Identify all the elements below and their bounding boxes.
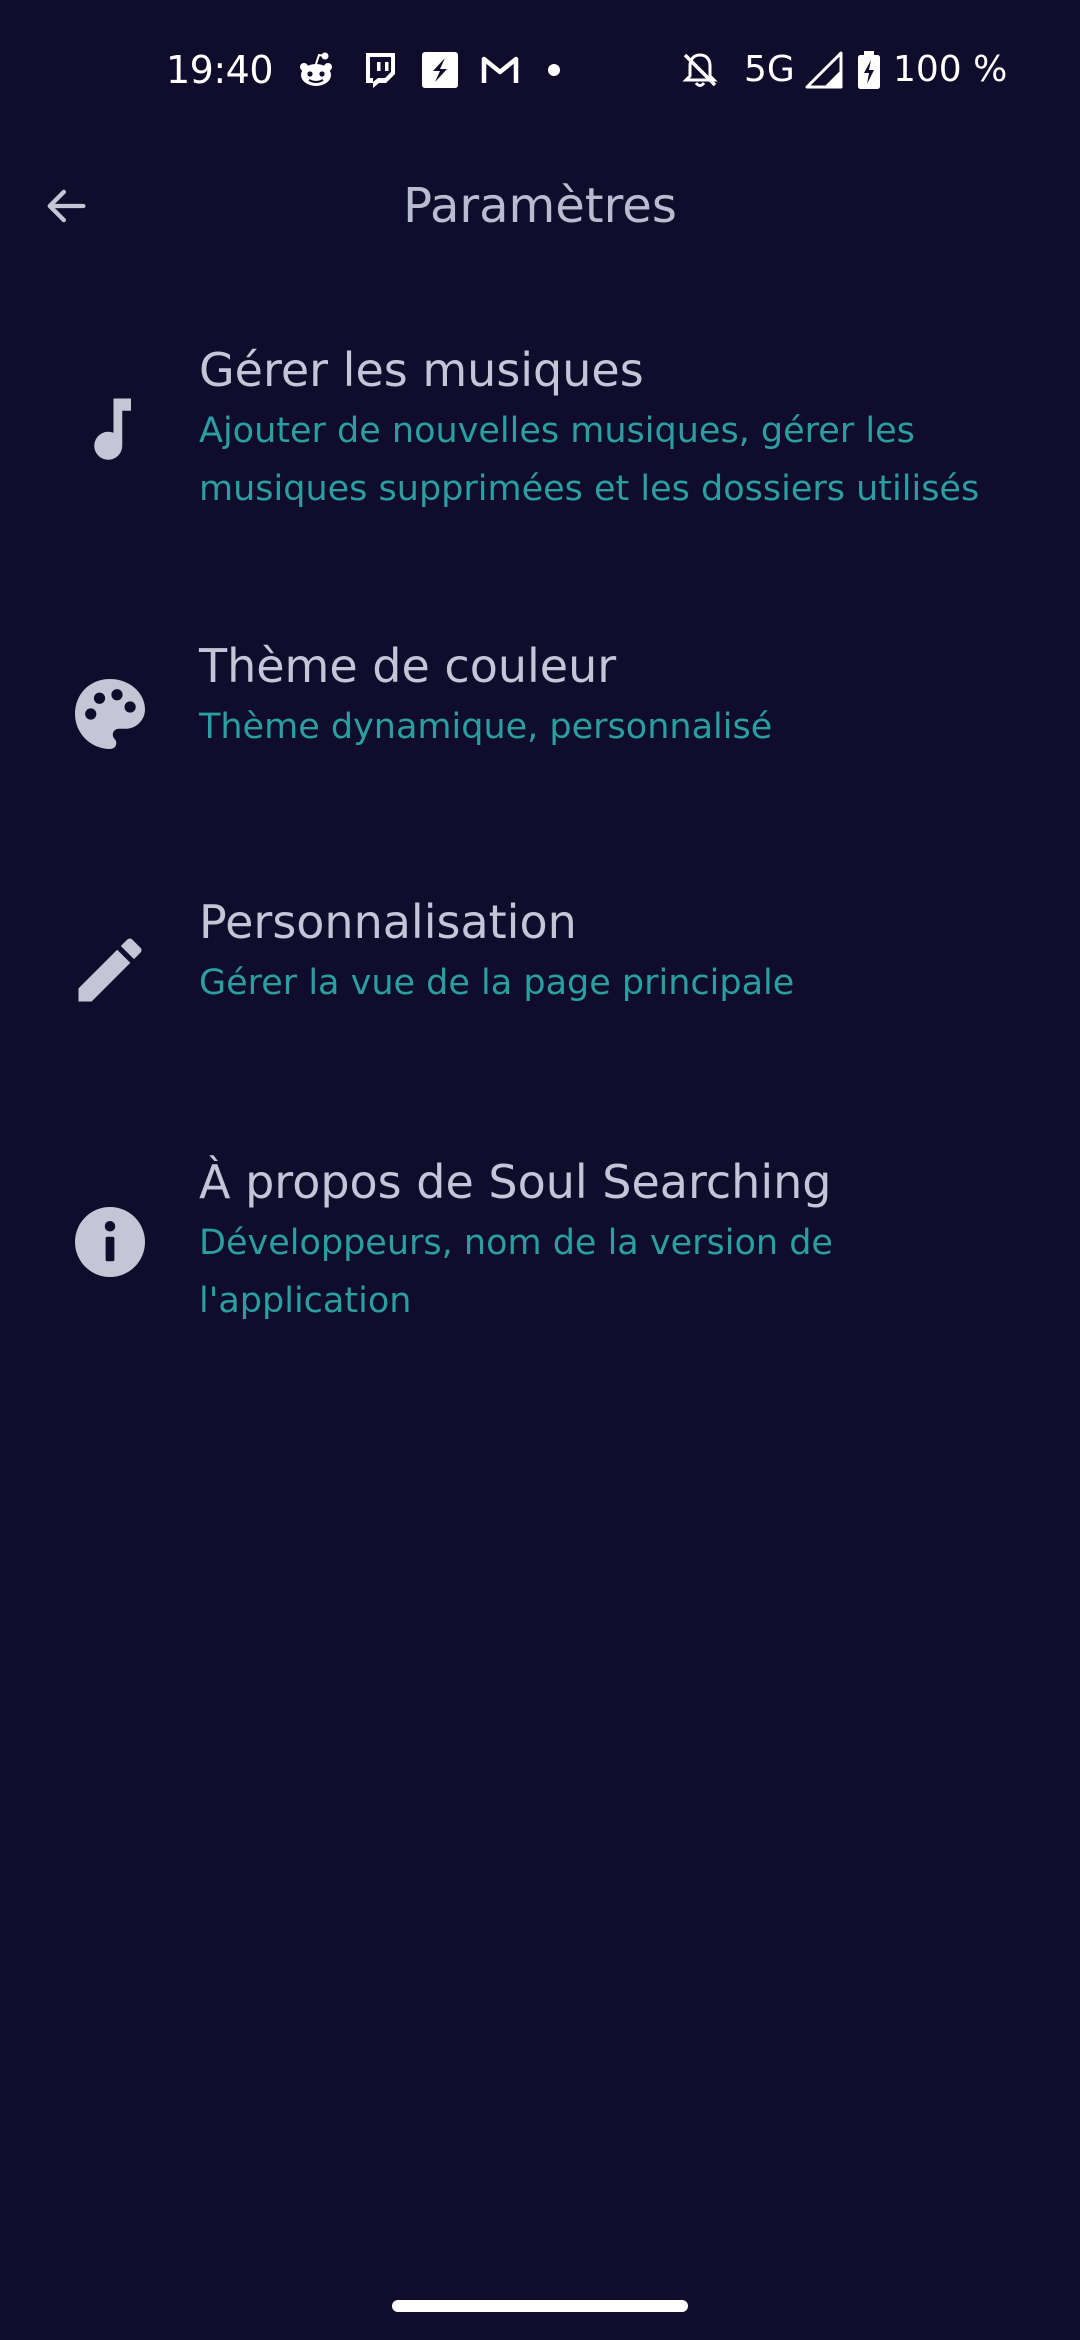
setting-subtitle: Gérer la vue de la page principale [199,963,795,1003]
battery-charging-icon [856,50,882,90]
signal-icon [804,50,844,90]
s-app-icon [420,50,460,90]
setting-about[interactable]: À propos de Soul Searching Développeurs,… [0,1132,1080,1372]
setting-title: Gérer les musiques [199,343,644,397]
setting-title: Thème de couleur [199,639,617,693]
page-title: Paramètres [403,178,677,234]
music-note-icon [66,386,154,474]
setting-color-theme[interactable]: Thème de couleur Thème dynamique, person… [0,620,1080,810]
setting-subtitle: Ajouter de nouvelles musiques, gérer les… [199,411,980,509]
reddit-icon [296,50,336,90]
status-time: 19:40 [166,48,274,92]
setting-title: Personnalisation [199,895,577,949]
gesture-navigation-handle[interactable] [392,2300,688,2312]
pencil-icon [66,926,154,1014]
battery-level: 100 % [893,49,1008,90]
gmail-icon [480,50,520,90]
network-type: 5G [744,49,795,90]
setting-subtitle: Développeurs, nom de la version de l'app… [199,1223,833,1321]
twitch-icon [360,50,400,90]
info-icon [66,1198,154,1286]
notifications-off-icon [680,50,720,90]
top-app-bar: Paramètres [0,140,1080,270]
palette-icon [66,670,154,758]
setting-subtitle: Thème dynamique, personnalisé [199,707,773,747]
more-dot-icon [538,50,578,90]
setting-manage-musics[interactable]: Gérer les musiques Ajouter de nouvelles … [0,320,1080,560]
status-bar: 19:40 5G 100 % [0,0,1080,140]
setting-personalisation[interactable]: Personnalisation Gérer la vue de la page… [0,876,1080,1066]
setting-title: À propos de Soul Searching [199,1155,832,1209]
